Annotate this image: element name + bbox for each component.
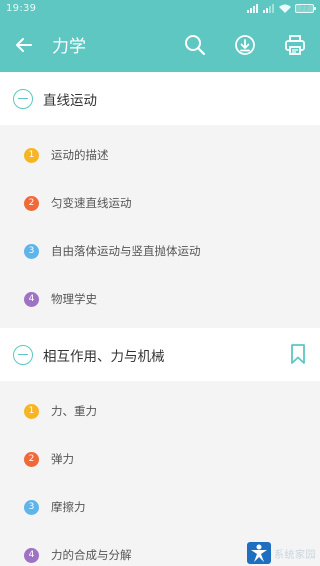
watermark-logo-icon xyxy=(247,542,271,564)
printer-icon xyxy=(285,34,305,55)
number-badge: 3 xyxy=(24,499,39,515)
watermark: 系统家园 xyxy=(247,542,316,564)
section-header[interactable]: 相互作用、力与机械 xyxy=(0,328,320,381)
number-badge: 2 xyxy=(24,451,39,467)
list-item[interactable]: 2 弹力 xyxy=(0,435,320,483)
number-badge: 4 xyxy=(24,547,39,563)
arrow-left-icon xyxy=(16,37,32,52)
item-label: 物理学史 xyxy=(51,292,97,306)
list-item[interactable]: 4 物理学史 xyxy=(0,275,320,323)
page-title: 力学 xyxy=(52,37,86,57)
list-item[interactable]: 1 运动的描述 xyxy=(0,131,320,179)
bookmark-icon[interactable] xyxy=(290,343,306,365)
item-label: 力、重力 xyxy=(51,404,97,418)
battery-level: 77 xyxy=(300,4,309,12)
section-items: 1 力、重力 2 弹力 3 摩擦力 4 力的合成与分解 xyxy=(0,381,320,566)
status-time: 19:39 xyxy=(6,3,37,14)
wifi-icon xyxy=(279,4,291,13)
download-button[interactable] xyxy=(220,17,270,72)
watermark-text: 系统家园 xyxy=(274,549,316,561)
collapse-icon[interactable] xyxy=(13,344,33,365)
item-label: 匀变速直线运动 xyxy=(51,196,132,210)
section-title: 直线运动 xyxy=(43,92,97,109)
number-badge: 4 xyxy=(24,291,39,307)
signal-icon xyxy=(247,4,258,13)
app-toolbar: 力学 xyxy=(0,17,320,72)
chapter-list: 直线运动 1 运动的描述 2 匀变速直线运动 3 自由落体运动与竖直抛体运动 4… xyxy=(0,72,320,566)
number-badge: 3 xyxy=(24,243,39,259)
signal-icon xyxy=(263,4,274,13)
section-header[interactable]: 直线运动 xyxy=(0,72,320,125)
number-badge: 2 xyxy=(24,195,39,211)
battery-icon: 77 xyxy=(295,4,316,13)
search-icon xyxy=(185,34,206,55)
number-badge: 1 xyxy=(24,403,39,419)
collapse-icon[interactable] xyxy=(13,88,33,109)
number-badge: 1 xyxy=(24,147,39,163)
section-items: 1 运动的描述 2 匀变速直线运动 3 自由落体运动与竖直抛体运动 4 物理学史 xyxy=(0,125,320,328)
item-label: 摩擦力 xyxy=(51,500,86,514)
list-item[interactable]: 3 自由落体运动与竖直抛体运动 xyxy=(0,227,320,275)
search-button[interactable] xyxy=(170,17,220,72)
section-title: 相互作用、力与机械 xyxy=(43,348,165,365)
list-item[interactable]: 3 摩擦力 xyxy=(0,483,320,531)
list-item[interactable]: 2 匀变速直线运动 xyxy=(0,179,320,227)
status-icons: 77 xyxy=(247,4,316,13)
status-bar: 19:39 77 xyxy=(0,0,320,17)
item-label: 力的合成与分解 xyxy=(51,548,132,562)
item-label: 自由落体运动与竖直抛体运动 xyxy=(51,244,201,258)
back-button[interactable] xyxy=(0,17,48,72)
item-label: 弹力 xyxy=(51,452,74,466)
download-icon xyxy=(235,34,255,55)
list-item[interactable]: 1 力、重力 xyxy=(0,387,320,435)
item-label: 运动的描述 xyxy=(51,148,109,162)
print-button[interactable] xyxy=(270,17,320,72)
